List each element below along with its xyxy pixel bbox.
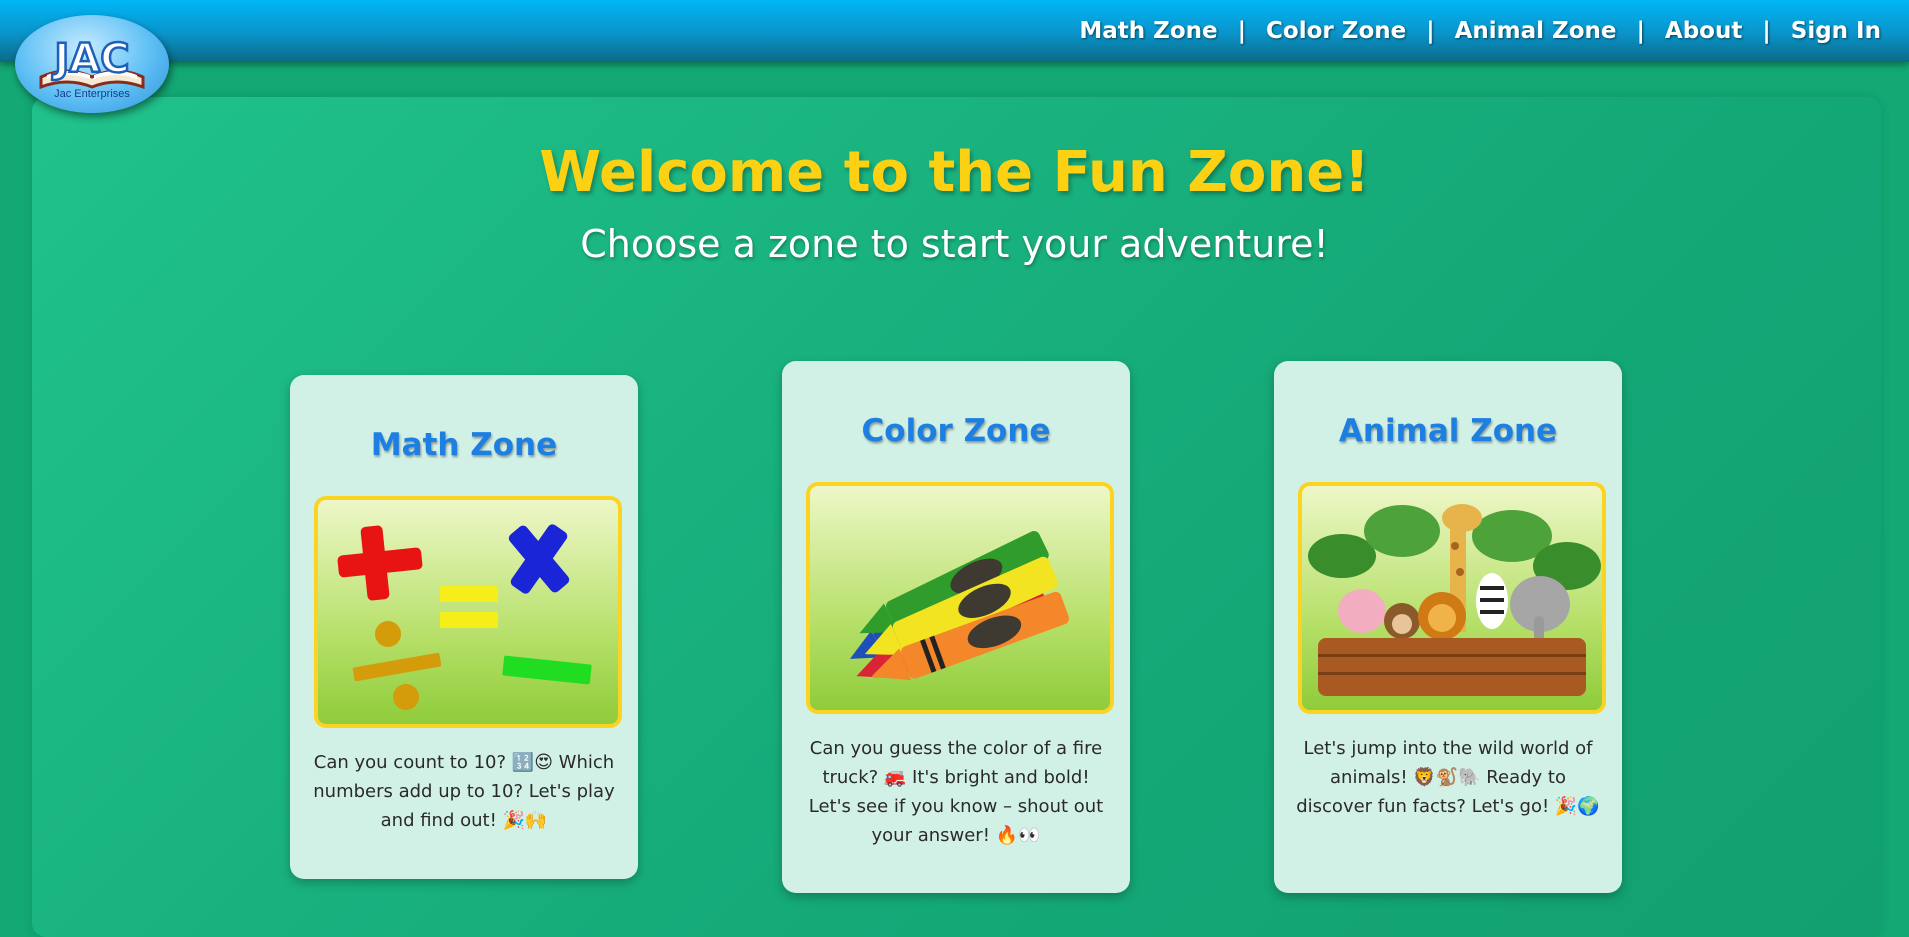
plus-icon <box>337 525 423 601</box>
equals-icon <box>440 586 498 628</box>
hippo-icon <box>1338 589 1386 633</box>
nav-color-zone[interactable]: Color Zone <box>1266 18 1406 44</box>
nav-sign-in[interactable]: Sign In <box>1791 18 1881 44</box>
nav-separator: | <box>1237 18 1247 44</box>
jac-enterprises-logo[interactable]: JAC Jac Enterprises <box>15 15 169 113</box>
card-title: Color Zone <box>861 413 1051 449</box>
main-nav: Math Zone | Color Zone | Animal Zone | A… <box>1079 18 1881 44</box>
card-title: Animal Zone <box>1338 413 1558 449</box>
book-logo-icon: JAC <box>39 35 145 90</box>
card-description: Can you guess the color of a fire truck?… <box>808 738 1104 846</box>
elephant-icon <box>1510 576 1570 642</box>
nav-separator: | <box>1426 18 1435 44</box>
crayons-image <box>806 482 1114 714</box>
multiply-icon <box>508 524 570 594</box>
divide-icon <box>352 621 442 710</box>
logo-text: JAC <box>51 36 129 82</box>
logo-subtitle: Jac Enterprises <box>54 88 130 100</box>
card-description: Can you count to 10? 🔢😍 Which numbers ad… <box>313 752 615 831</box>
zebra-icon <box>1476 573 1508 629</box>
minus-icon <box>502 655 592 685</box>
nav-separator: | <box>1636 18 1645 44</box>
nav-math-zone[interactable]: Math Zone <box>1079 18 1217 44</box>
color-zone-card[interactable]: Color Zone Can you guess the color of a … <box>782 361 1130 893</box>
page-subtitle: Choose a zone to start your adventure! <box>580 222 1329 266</box>
nav-animal-zone[interactable]: Animal Zone <box>1455 18 1617 44</box>
jungle-animals-image <box>1298 482 1606 714</box>
nav-separator: | <box>1762 18 1771 44</box>
animal-zone-card[interactable]: Animal Zone Let's jump into the wild wor… <box>1274 361 1622 893</box>
page-title: Welcome to the Fun Zone! <box>539 140 1370 205</box>
monkey-icon <box>1384 603 1420 639</box>
card-title: Math Zone <box>370 427 558 463</box>
card-description: Let's jump into the wild world of animal… <box>1296 738 1600 817</box>
wooden-log-icon <box>1318 638 1586 696</box>
math-zone-card[interactable]: Math Zone Can you count to 10? 🔢😍 Which … <box>290 375 638 879</box>
lion-icon <box>1418 592 1466 640</box>
nav-about[interactable]: About <box>1665 18 1742 44</box>
math-symbols-image <box>314 496 622 728</box>
